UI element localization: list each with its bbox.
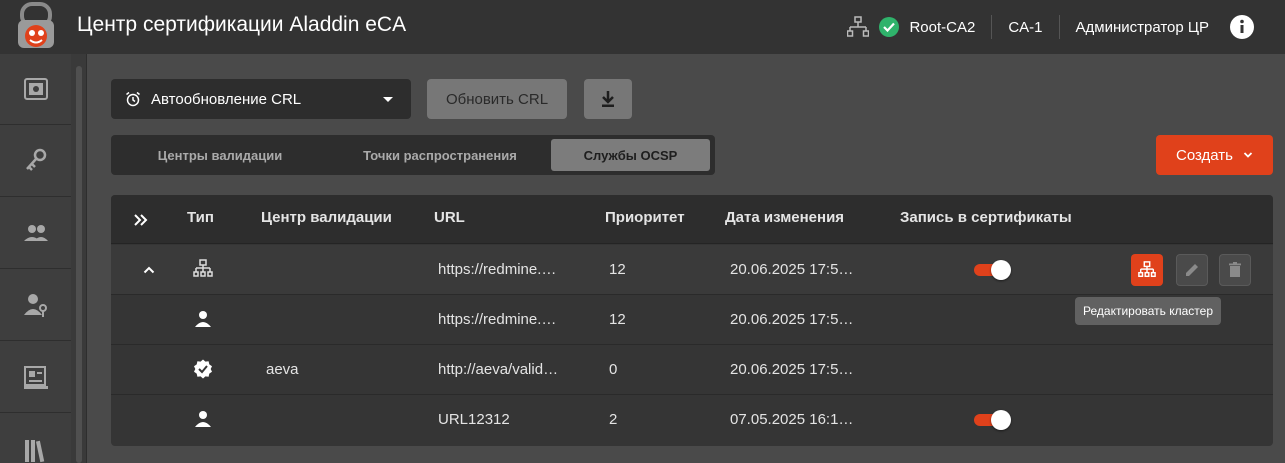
create-button[interactable]: Создать [1156, 135, 1273, 175]
select-label: Автообновление CRL [151, 90, 302, 108]
cell-url: http://aeva/valid… [438, 361, 559, 378]
scrollbar-thumb[interactable] [76, 66, 82, 463]
cell-priority: 2 [609, 411, 618, 428]
column-url[interactable]: URL [434, 209, 465, 226]
sidebar-item-user-keys[interactable] [0, 270, 71, 341]
header-divider [1058, 15, 1060, 39]
cell-date: 07.05.2025 16:1… [730, 411, 854, 428]
tab-validation-centers[interactable]: Центры валидации [117, 139, 323, 171]
ca-name[interactable]: Root-CA2 [909, 19, 975, 36]
user-key-icon [23, 294, 47, 317]
pencil-icon [1186, 264, 1198, 276]
header-divider [991, 15, 993, 39]
edit-button[interactable] [1176, 254, 1208, 286]
logo-icon[interactable] [12, 2, 60, 52]
cell-url: https://redmine.… [438, 311, 557, 328]
info-icon[interactable] [1230, 15, 1254, 39]
user-icon [195, 311, 211, 327]
cell-url: URL12312 [438, 411, 510, 428]
cell-priority: 0 [609, 361, 618, 378]
column-write-to-certificates[interactable]: Запись в сертификаты [900, 209, 1072, 226]
sidebar-item-library[interactable] [0, 414, 71, 463]
column-date-modified[interactable]: Дата изменения [725, 209, 844, 226]
certificate-icon [23, 366, 48, 389]
tooltip-edit-cluster: Редактировать кластер [1075, 297, 1221, 325]
table-row[interactable]: https://redmine.… 12 20.06.2025 17:5… [111, 245, 1273, 295]
column-type[interactable]: Тип [187, 209, 214, 226]
chevron-down-icon [1243, 152, 1253, 158]
user-name[interactable]: Администратор ЦР [1076, 19, 1210, 36]
column-validation-center[interactable]: Центр валидации [261, 209, 392, 226]
user-icon [195, 411, 211, 427]
refresh-crl-button[interactable]: Обновить CRL [427, 79, 567, 119]
expand-all-icon[interactable] [133, 213, 149, 227]
cell-url: https://redmine.… [438, 261, 557, 278]
write-toggle[interactable] [974, 410, 1011, 430]
create-label: Создать [1175, 146, 1233, 164]
toggle-knob [991, 410, 1011, 430]
cluster-icon [193, 259, 213, 277]
cell-priority: 12 [609, 311, 626, 328]
cell-date: 20.06.2025 17:5… [730, 361, 854, 378]
edit-cluster-button[interactable] [1131, 254, 1163, 286]
sidebar [0, 54, 71, 463]
app-title: Центр сертификации Aladdin eCA [77, 13, 407, 36]
alarm-clock-icon [126, 91, 140, 107]
crl-autoupdate-select[interactable]: Автообновление CRL [111, 79, 411, 119]
node-name[interactable]: CA-1 [1008, 19, 1042, 36]
tab-bar: Центры валидации Точки распространения С… [111, 135, 715, 175]
sidebar-item-dashboard[interactable] [0, 54, 71, 125]
tab-ocsp-services[interactable]: Службы OCSP [551, 139, 710, 171]
cell-priority: 12 [609, 261, 626, 278]
dashboard-icon [23, 78, 48, 100]
delete-button[interactable] [1219, 254, 1251, 286]
sidebar-item-certificates[interactable] [0, 342, 71, 413]
toggle-knob [991, 260, 1011, 280]
keys-icon [25, 148, 46, 171]
tab-distribution-points[interactable]: Точки распространения [329, 139, 551, 171]
caret-down-icon [383, 96, 393, 102]
cell-center: aeva [266, 361, 299, 378]
table-header: Тип Центр валидации URL Приоритет Дата и… [111, 195, 1273, 244]
sidebar-item-users[interactable] [0, 198, 71, 269]
download-button[interactable] [584, 79, 632, 119]
cluster-icon [1138, 261, 1156, 278]
cell-date: 20.06.2025 17:5… [730, 261, 854, 278]
column-priority[interactable]: Приоритет [605, 209, 685, 226]
check-circle-icon [879, 17, 900, 37]
table-row[interactable]: aeva http://aeva/valid… 0 20.06.2025 17:… [111, 345, 1273, 395]
download-icon [602, 91, 614, 107]
library-icon [24, 439, 44, 462]
users-icon [23, 225, 48, 241]
app-header: Центр сертификации Aladdin eCA Root-CA2 … [0, 0, 1285, 54]
trash-icon [1229, 262, 1241, 277]
sidebar-scrollbar[interactable] [71, 54, 87, 463]
write-toggle[interactable] [974, 260, 1011, 280]
cell-date: 20.06.2025 17:5… [730, 311, 854, 328]
verified-icon [194, 359, 212, 379]
network-icon[interactable] [847, 16, 870, 38]
table-row[interactable]: URL12312 2 07.05.2025 16:1… [111, 395, 1273, 445]
sidebar-item-keys[interactable] [0, 126, 71, 197]
header-right: Root-CA2 CA-1 Администратор ЦР [847, 0, 1285, 54]
chevron-up-icon[interactable] [143, 265, 155, 275]
